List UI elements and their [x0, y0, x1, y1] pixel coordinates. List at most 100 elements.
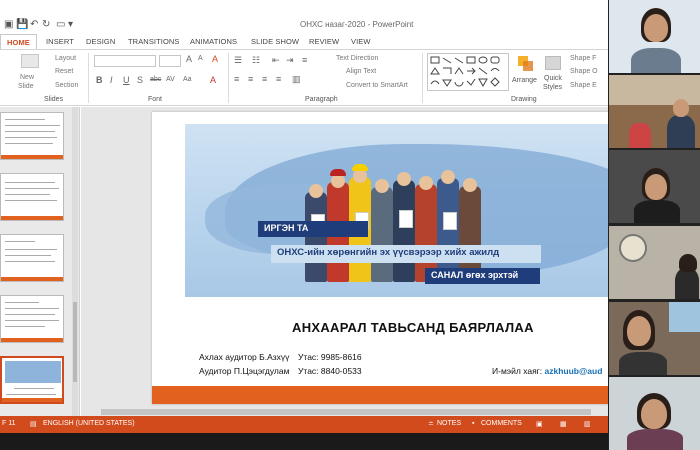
new-slide-label: New [20, 74, 35, 81]
increase-indent-icon[interactable]: ⇥ [286, 55, 294, 66]
participant-video[interactable] [609, 302, 700, 375]
person-figure [393, 180, 415, 282]
normal-view-icon[interactable]: ▣ [536, 420, 543, 428]
quick-styles-label-2: Styles [543, 84, 563, 91]
shape-outline-button[interactable]: Shape O [570, 68, 598, 75]
slide-thumbnail[interactable] [0, 295, 64, 343]
comments-icon[interactable]: ▪ [472, 420, 474, 427]
convert-smartart-button[interactable]: Convert to SmartArt [346, 82, 408, 89]
line-spacing-icon[interactable]: ≡ [302, 55, 307, 65]
save-icon[interactable]: 💾 [16, 19, 28, 30]
horizontal-scrollbar-knob[interactable] [101, 409, 591, 415]
underline-button[interactable]: U [123, 75, 130, 85]
arrange-label: Arrange [512, 77, 537, 84]
notes-button[interactable]: NOTES [437, 420, 461, 427]
horizontal-scrollbar[interactable] [81, 408, 608, 416]
redo-icon[interactable]: ↻ [42, 19, 50, 30]
person-head [331, 174, 345, 188]
thumb-line [5, 188, 59, 189]
reset-button[interactable]: Reset [55, 68, 73, 75]
email-line: И-мэйл хаяг: azkhuub@aud [492, 366, 602, 376]
thumbnail-scrollbar-knob[interactable] [73, 302, 77, 382]
shrink-font-icon[interactable]: A [198, 55, 203, 62]
char-spacing-button[interactable]: AV [166, 76, 175, 83]
participant-video[interactable] [609, 0, 700, 73]
tab-insert[interactable]: INSERT [46, 37, 74, 46]
customize-toolbar-icon[interactable]: ▾ [68, 19, 73, 30]
thumb-line [5, 302, 39, 303]
participant-video[interactable] [609, 226, 700, 299]
participant-body [675, 268, 699, 299]
font-color-icon[interactable]: A [210, 75, 216, 85]
person-head [441, 170, 455, 184]
section-button[interactable]: Section [55, 82, 78, 89]
shape-fill-button[interactable]: Shape F [570, 55, 596, 62]
grow-font-icon[interactable]: A [186, 54, 192, 64]
arrange-button[interactable]: Arrange [512, 54, 542, 94]
group-divider [228, 53, 229, 103]
reading-view-icon[interactable]: ▥ [584, 420, 591, 428]
shape-effects-button[interactable]: Shape E [570, 82, 597, 89]
font-size-select[interactable] [159, 55, 181, 67]
numbering-icon[interactable]: ☷ [252, 55, 260, 66]
thumb-line [5, 255, 51, 256]
participant-video[interactable] [609, 150, 700, 223]
change-case-button[interactable]: Aa [183, 76, 192, 83]
thumb-line [6, 394, 56, 395]
thumbnail-scrollbar[interactable] [72, 107, 78, 416]
thumb-line [5, 261, 55, 262]
align-text-button[interactable]: Align Text [346, 68, 376, 75]
new-slide-label-2: Slide [18, 83, 34, 90]
tab-transitions[interactable]: TRANSITIONS [128, 37, 180, 46]
language-indicator[interactable]: ENGLISH (UNITED STATES) [43, 420, 135, 427]
align-center-icon[interactable]: ≡ [248, 74, 253, 84]
shapes-gallery[interactable] [427, 53, 509, 91]
email-value[interactable]: azkhuub@aud [545, 366, 603, 376]
bullets-icon[interactable]: ☰ [234, 55, 242, 66]
align-right-icon[interactable]: ≡ [262, 74, 267, 84]
tab-view[interactable]: VIEW [351, 37, 371, 46]
current-slide[interactable]: ИРГЭН ТА ОНХС-ийн хөрөнгийн эх үүсвэрээр… [152, 112, 608, 404]
decrease-indent-icon[interactable]: ⇤ [272, 55, 280, 66]
new-slide-button[interactable]: New Slide [18, 54, 42, 94]
tab-slide-show[interactable]: SLIDE SHOW [251, 37, 299, 46]
powerpoint-window: ▣ 💾 ↶ ↻ ▭ ▾ ОНХС назаг-2020 - PowerPoint… [0, 0, 608, 450]
slide-thumbnail[interactable] [0, 234, 64, 282]
participant-video[interactable] [609, 377, 700, 450]
spellcheck-icon[interactable]: ▤ [30, 420, 37, 428]
text-direction-button[interactable]: Text Direction [336, 55, 378, 62]
comments-button[interactable]: COMMENTS [481, 420, 522, 427]
font-name-select[interactable] [94, 55, 156, 67]
thumb-footer-bar [2, 398, 62, 402]
align-left-icon[interactable]: ≡ [234, 74, 239, 84]
slide-thumbnail-selected[interactable] [0, 356, 64, 404]
person-head [419, 176, 433, 190]
italic-button[interactable]: I [110, 75, 113, 85]
window-background [669, 302, 700, 332]
tab-animations[interactable]: ANIMATIONS [190, 37, 237, 46]
strikethrough-button[interactable]: S [137, 75, 143, 85]
tab-home[interactable]: HOME [0, 34, 37, 49]
slide-banner-image: ИРГЭН ТА ОНХС-ийн хөрөнгийн эх үүсвэрээр… [185, 124, 608, 297]
slide-thumbnail[interactable] [0, 112, 64, 160]
tab-design[interactable]: DESIGN [86, 37, 115, 46]
thumb-line [5, 241, 35, 242]
quick-styles-button[interactable]: Quick Styles [542, 54, 568, 94]
participant-video[interactable] [609, 75, 700, 148]
layout-button[interactable]: Layout [55, 55, 76, 62]
slide-thumbnail[interactable] [0, 173, 64, 221]
undo-icon[interactable]: ↶ [30, 19, 38, 30]
ribbon-tabs: HOME INSERT DESIGN TRANSITIONS ANIMATION… [0, 34, 608, 49]
justify-icon[interactable]: ≡ [276, 74, 281, 84]
bold-button[interactable]: B [96, 75, 103, 85]
clear-format-icon[interactable]: A [212, 54, 218, 64]
slide-sorter-icon[interactable]: ▦ [560, 420, 567, 428]
shadow-button[interactable]: abc [150, 76, 161, 83]
notes-icon[interactable]: ≐ [428, 420, 434, 428]
person-head [397, 172, 411, 186]
slide-counter: F 11 [2, 420, 16, 427]
columns-icon[interactable]: ▥ [292, 74, 301, 85]
thank-you-heading: АНХААРАЛ ТАВЬСАНД БАЯРЛАЛАА [292, 320, 534, 335]
slideshow-start-icon[interactable]: ▭ [56, 19, 65, 30]
tab-review[interactable]: REVIEW [309, 37, 339, 46]
